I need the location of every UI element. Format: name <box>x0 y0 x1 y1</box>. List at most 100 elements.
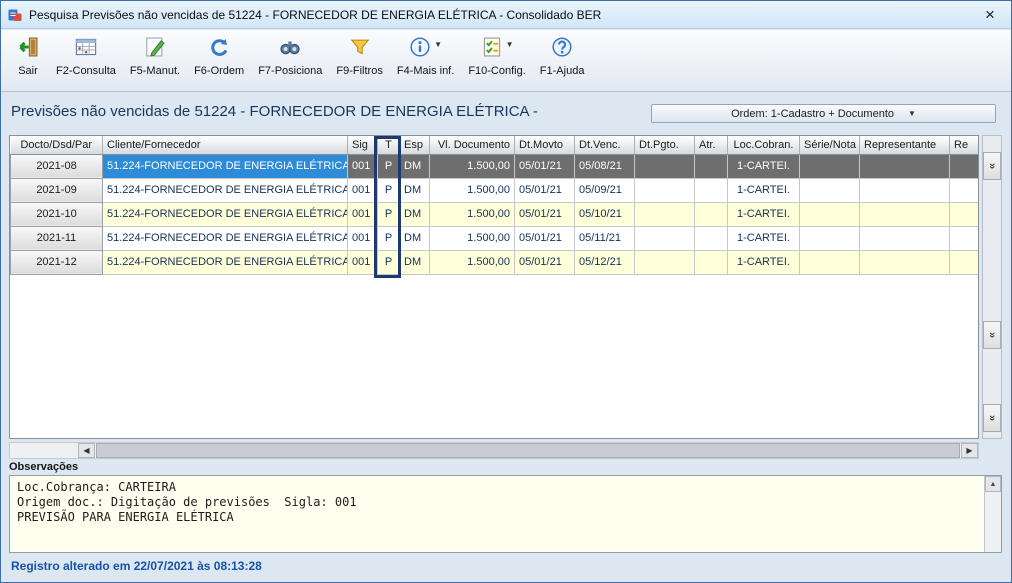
order-dropdown-button[interactable]: Ordem: 1-Cadastro + Documento ▼ <box>651 104 996 123</box>
cell-docto[interactable]: 2021-12 <box>11 250 103 274</box>
cell-re[interactable] <box>950 178 980 202</box>
hscroll-thumb[interactable] <box>96 443 960 458</box>
column-header-dt-pgto[interactable]: Dt.Pgto. <box>635 136 695 154</box>
cell-representante[interactable] <box>860 178 950 202</box>
observations-scrollbar[interactable]: ▲ <box>984 476 1001 552</box>
cell-atr[interactable] <box>695 226 728 250</box>
cell-t[interactable]: P <box>378 202 400 226</box>
cell-esp[interactable]: DM <box>400 226 430 250</box>
cell-vl-documento[interactable]: 1.500,00 <box>430 178 515 202</box>
cell-re[interactable] <box>950 202 980 226</box>
cell-atr[interactable] <box>695 250 728 274</box>
cell-docto[interactable]: 2021-11 <box>11 226 103 250</box>
cell-dt-movto[interactable]: 05/01/21 <box>515 202 575 226</box>
table-row[interactable]: 2021-0951.224-FORNECEDOR DE ENERGIA ELÉT… <box>11 178 980 202</box>
column-header-t[interactable]: T <box>378 136 400 154</box>
close-button[interactable]: × <box>975 6 1005 23</box>
cell-esp[interactable]: DM <box>400 202 430 226</box>
cell-atr[interactable] <box>695 178 728 202</box>
cell-serie-nota[interactable] <box>800 178 860 202</box>
cell-cliente[interactable]: 51.224-FORNECEDOR DE ENERGIA ELÉTRICA <box>103 202 348 226</box>
scroll-right-button[interactable]: ▶ <box>961 443 978 458</box>
cell-loc-cobran[interactable]: 1-CARTEI. <box>728 226 800 250</box>
cell-serie-nota[interactable] <box>800 154 860 178</box>
toolbar-button-f4-mais-inf[interactable]: ▼F4-Mais inf. <box>390 34 461 79</box>
cell-dt-movto[interactable]: 05/01/21 <box>515 226 575 250</box>
observations-box[interactable]: Loc.Cobrança: CARTEIRAOrigem doc.: Digit… <box>9 475 1002 553</box>
cell-dt-movto[interactable]: 05/01/21 <box>515 250 575 274</box>
dropdown-arrow-icon[interactable]: ▼ <box>434 40 442 49</box>
column-header-cliente[interactable]: Cliente/Fornecedor <box>103 136 348 154</box>
cell-esp[interactable]: DM <box>400 250 430 274</box>
horizontal-scrollbar[interactable]: ◀ ▶ <box>9 442 979 459</box>
toolbar-button-f6-ordem[interactable]: F6-Ordem <box>187 34 251 79</box>
cell-dt-venc[interactable]: 05/12/21 <box>575 250 635 274</box>
cell-re[interactable] <box>950 154 980 178</box>
cell-t[interactable]: P <box>378 250 400 274</box>
cell-cliente[interactable]: 51.224-FORNECEDOR DE ENERGIA ELÉTRICA <box>103 178 348 202</box>
column-header-loc-cobran[interactable]: Loc.Cobran. <box>728 136 800 154</box>
column-header-dt-movto[interactable]: Dt.Movto <box>515 136 575 154</box>
cell-dt-venc[interactable]: 05/08/21 <box>575 154 635 178</box>
toolbar-button-f5-manut[interactable]: F5-Manut. <box>123 34 187 79</box>
cell-vl-documento[interactable]: 1.500,00 <box>430 154 515 178</box>
cell-dt-pgto[interactable] <box>635 178 695 202</box>
cell-docto[interactable]: 2021-09 <box>11 178 103 202</box>
cell-dt-venc[interactable]: 05/09/21 <box>575 178 635 202</box>
cell-loc-cobran[interactable]: 1-CARTEI. <box>728 202 800 226</box>
column-header-esp[interactable]: Esp <box>400 136 430 154</box>
column-header-sig[interactable]: Sig <box>348 136 378 154</box>
cell-representante[interactable] <box>860 154 950 178</box>
toolbar-button-f1-ajuda[interactable]: F1-Ajuda <box>533 34 592 79</box>
cell-serie-nota[interactable] <box>800 202 860 226</box>
dropdown-arrow-icon[interactable]: ▼ <box>506 40 514 49</box>
cell-representante[interactable] <box>860 250 950 274</box>
column-header-vl-documento[interactable]: Vl. Documento <box>430 136 515 154</box>
toolbar-button-sair[interactable]: Sair <box>7 34 49 79</box>
toolbar-button-f2-consulta[interactable]: F2-Consulta <box>49 34 123 79</box>
cell-sig[interactable]: 001 <box>348 226 378 250</box>
table-row[interactable]: 2021-1151.224-FORNECEDOR DE ENERGIA ELÉT… <box>11 226 980 250</box>
cell-sig[interactable]: 001 <box>348 202 378 226</box>
cell-dt-movto[interactable]: 05/01/21 <box>515 178 575 202</box>
cell-dt-pgto[interactable] <box>635 250 695 274</box>
cell-atr[interactable] <box>695 202 728 226</box>
cell-loc-cobran[interactable]: 1-CARTEI. <box>728 250 800 274</box>
cell-representante[interactable] <box>860 202 950 226</box>
cell-dt-pgto[interactable] <box>635 154 695 178</box>
cell-sig[interactable]: 001 <box>348 178 378 202</box>
cell-representante[interactable] <box>860 226 950 250</box>
column-header-atr[interactable]: Atr. <box>695 136 728 154</box>
cell-t[interactable]: P <box>378 226 400 250</box>
scroll-first-button[interactable]: » <box>983 152 1001 180</box>
cell-esp[interactable]: DM <box>400 154 430 178</box>
cell-loc-cobran[interactable]: 1-CARTEI. <box>728 178 800 202</box>
column-header-serie-nota[interactable]: Série/Nota <box>800 136 860 154</box>
cell-atr[interactable] <box>695 154 728 178</box>
cell-sig[interactable]: 001 <box>348 250 378 274</box>
cell-vl-documento[interactable]: 1.500,00 <box>430 250 515 274</box>
cell-esp[interactable]: DM <box>400 178 430 202</box>
cell-loc-cobran[interactable]: 1-CARTEI. <box>728 154 800 178</box>
toolbar-button-f10-config[interactable]: ▼F10-Config. <box>461 34 532 79</box>
column-header-representante[interactable]: Representante <box>860 136 950 154</box>
toolbar-button-f7-posiciona[interactable]: F7-Posiciona <box>251 34 329 79</box>
table-row[interactable]: 2021-1251.224-FORNECEDOR DE ENERGIA ELÉT… <box>11 250 980 274</box>
cell-re[interactable] <box>950 226 980 250</box>
cell-sig[interactable]: 001 <box>348 154 378 178</box>
cell-vl-documento[interactable]: 1.500,00 <box>430 226 515 250</box>
cell-dt-pgto[interactable] <box>635 202 695 226</box>
cell-dt-venc[interactable]: 05/11/21 <box>575 226 635 250</box>
cell-docto[interactable]: 2021-08 <box>11 154 103 178</box>
scroll-up-button[interactable]: ▲ <box>985 476 1001 492</box>
vertical-scrollbar[interactable]: » » » <box>982 135 1002 439</box>
column-header-docto[interactable]: Docto/Dsd/Par <box>11 136 103 154</box>
scroll-page-down-button[interactable]: » <box>983 321 1001 349</box>
cell-cliente[interactable]: 51.224-FORNECEDOR DE ENERGIA ELÉTRICA <box>103 226 348 250</box>
cell-dt-movto[interactable]: 05/01/21 <box>515 154 575 178</box>
cell-serie-nota[interactable] <box>800 226 860 250</box>
cell-dt-pgto[interactable] <box>635 226 695 250</box>
cell-t[interactable]: P <box>378 178 400 202</box>
table-row[interactable]: 2021-0851.224-FORNECEDOR DE ENERGIA ELÉT… <box>11 154 980 178</box>
cell-vl-documento[interactable]: 1.500,00 <box>430 202 515 226</box>
